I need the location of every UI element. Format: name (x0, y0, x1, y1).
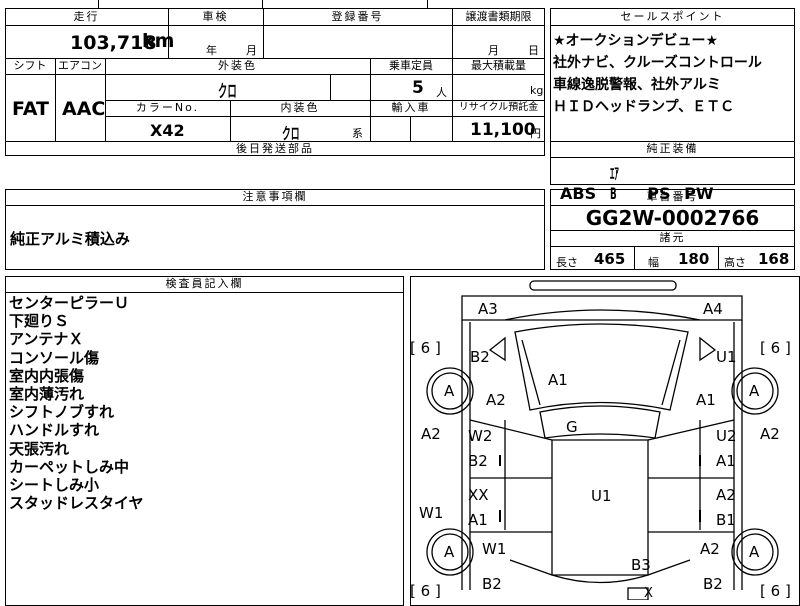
mark-trunk-x: X (644, 586, 653, 601)
mileage-label: 走行 (73, 10, 100, 23)
mark-rocker-l: W1 (419, 504, 444, 522)
inspector-item: 下廻りＳ (9, 312, 70, 331)
sales-point: ＨＩＤヘッドランプ、ＥＴＣ (553, 99, 735, 115)
tire-mark-rr: A (749, 543, 760, 561)
width-label: 幅 (648, 256, 659, 269)
mark-hood-l: A2 (486, 391, 506, 409)
tread-mark-fl: [ 6 ] (410, 339, 441, 357)
import-label: 輸入車 (391, 101, 431, 114)
mark-quarter-r: A2 (700, 540, 720, 558)
sales-point: ★オークションデビュー★ (553, 33, 719, 49)
mark-door-rr-bot: B1 (716, 511, 736, 529)
inspector-item: シートしみ小 (9, 476, 100, 495)
color-no-value: X42 (150, 121, 185, 140)
height-label: 高さ (724, 256, 746, 269)
inspector-item: ハンドルすれ (9, 421, 100, 440)
mark-floor: U1 (591, 487, 612, 505)
inspector-item: センターピラーＵ (9, 294, 130, 312)
int-color-suffix: 系 (352, 127, 363, 140)
tread-mark-rl: [ 6 ] (410, 582, 441, 600)
mark-rear-r: B2 (703, 575, 723, 593)
sales-point: 車線逸脱警報、社外アルミ (553, 77, 721, 93)
equipment-label: 純正装備 (646, 142, 699, 155)
mark-fender-l: B2 (470, 348, 490, 366)
ac-value: AAC (62, 98, 106, 120)
inspector-item: 室内薄汚れ (9, 385, 85, 404)
recycle-unit: 円 (530, 127, 541, 140)
tire-mark-rl: A (444, 543, 455, 561)
mark-door-rl-top: XX (468, 486, 489, 504)
mark-roof: G (566, 418, 578, 436)
inspector-list: センターピラーＵ 下廻りＳ アンテナＸ コンソール傷 室内内張傷 室内薄汚れ シ… (9, 294, 144, 512)
shaken-year: 年 (206, 44, 217, 57)
length-value: 465 (594, 250, 626, 268)
capacity-unit: 人 (436, 86, 447, 99)
mark-hood-r: A1 (696, 391, 716, 409)
max-load-label: 最大積載量 (471, 59, 526, 72)
transfer-day: 日 (528, 44, 539, 57)
mark-door-rr-top: A2 (716, 486, 736, 504)
tread-mark-fr: [ 6 ] (760, 339, 791, 357)
recycle-label: リサイクル預託金 (458, 102, 539, 113)
transfer-deadline-label: 譲渡書類期限 (465, 10, 532, 23)
mark-door-fr-top: U2 (716, 427, 737, 445)
sales-points-list: ★オークションデビュー★ 社外ナビ、クルーズコントロール 車線逸脱警報、社外アル… (553, 30, 762, 118)
shift-label: シフト (13, 59, 47, 72)
int-color-label: 内装色 (280, 101, 320, 114)
tire-mark-fl: A (444, 382, 455, 400)
shift-value: FAT (12, 98, 49, 120)
inspector-label: 検査員記入欄 (165, 277, 244, 290)
ext-color-value: クロ (218, 82, 237, 102)
registration-label: 登録番号 (331, 10, 384, 23)
mark-door-rl-bot: A1 (468, 511, 488, 529)
mark-rear-l: B2 (482, 575, 502, 593)
inspector-item: アンテナＸ (9, 330, 84, 349)
color-no-label: カラーNo. (135, 101, 200, 114)
height-value: 168 (758, 250, 790, 268)
shaken-month: 月 (246, 44, 257, 57)
sales-point: 社外ナビ、クルーズコントロール (553, 55, 762, 71)
mark-side-r: A2 (760, 425, 780, 443)
inspector-item: シフトノブすれ (9, 403, 115, 422)
notes-label: 注意事項欄 (242, 190, 308, 203)
ext-color-label: 外装色 (218, 59, 257, 72)
mark-fender-r: U1 (716, 348, 737, 366)
inspector-item: コンソール傷 (9, 348, 100, 367)
mark-door-fr-bot: A1 (716, 452, 736, 470)
later-parts-label: 後日発送部品 (236, 142, 314, 155)
inspector-item: 室内内張傷 (9, 366, 85, 385)
chassis-number: GG2W-0002766 (585, 206, 760, 230)
recycle-value: 11,100 (470, 120, 536, 140)
capacity-value: 5 (412, 78, 424, 98)
inspector-item: スタッドレスタイヤ (9, 494, 144, 513)
sales-points-label: セールスポイント (620, 10, 725, 23)
mileage-unit: km (142, 30, 175, 52)
specs-label: 諸元 (659, 231, 686, 244)
inspector-item: カーペットしみ中 (9, 457, 130, 476)
mark-door-fl-top: W2 (468, 427, 493, 445)
notes-text: 純正アルミ積込み (10, 230, 130, 248)
transfer-month: 月 (488, 44, 499, 57)
tread-mark-rr: [ 6 ] (760, 582, 791, 600)
shaken-label: 車検 (202, 10, 229, 23)
mark-door-fl-bot: B2 (468, 452, 488, 470)
load-unit: kg (530, 84, 544, 97)
mark-quarter-l: W1 (482, 540, 507, 558)
mark-hood: A1 (548, 371, 568, 389)
ac-label: エアコン (58, 59, 102, 72)
mark-side-l: A2 (421, 425, 441, 443)
chassis-label: 車台番号 (646, 190, 699, 203)
mark-bumper-fl: A3 (478, 300, 498, 318)
mark-trunk: B3 (631, 556, 651, 574)
width-value: 180 (678, 250, 710, 268)
capacity-label: 乗車定員 (389, 59, 433, 72)
length-label: 長さ (556, 256, 578, 269)
inspector-item: 天張汚れ (9, 439, 70, 458)
mark-bumper-fr: A4 (703, 300, 723, 318)
tire-mark-fr: A (749, 382, 760, 400)
